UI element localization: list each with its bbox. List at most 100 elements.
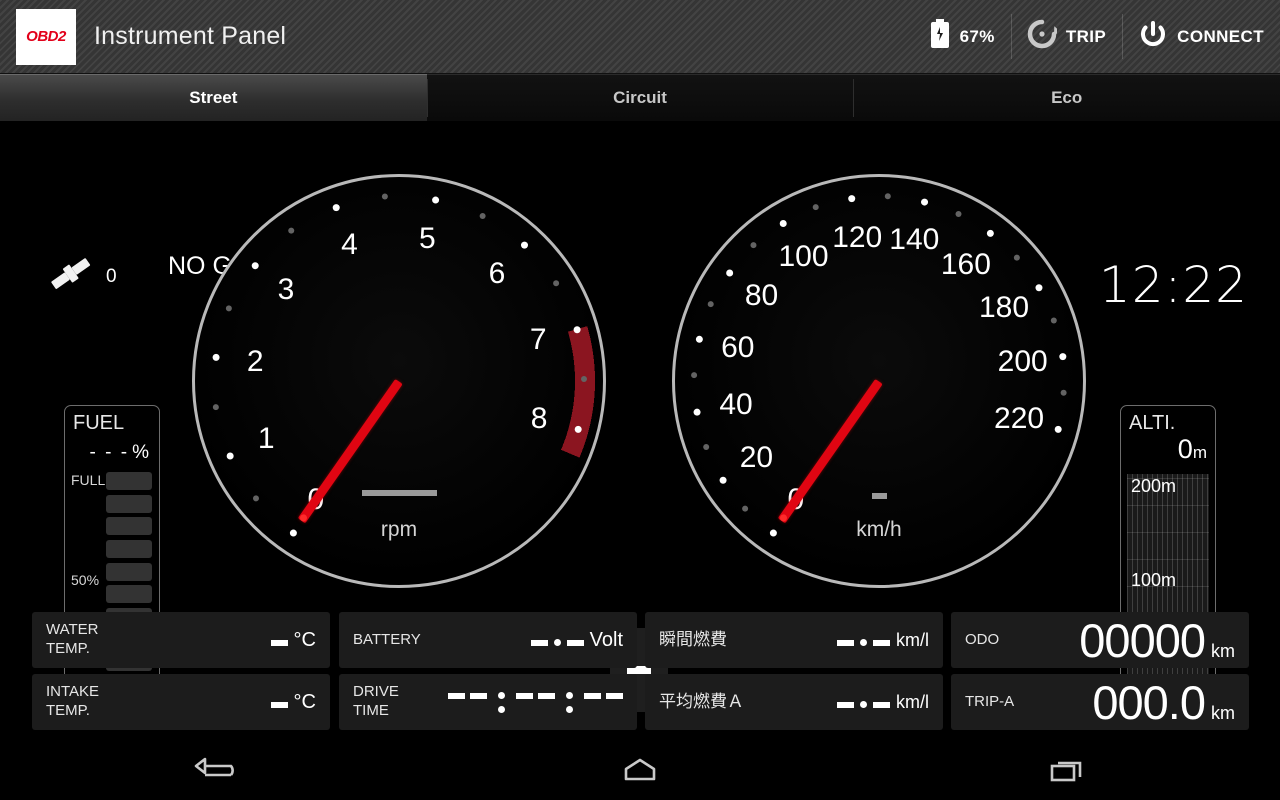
readout-value: 000.0 km: [1092, 675, 1235, 730]
readout-dash: [837, 639, 854, 646]
satellite-icon: [46, 254, 96, 299]
speedometer-digital-readout: [672, 486, 1086, 504]
obd2-logo-text: OBD2: [26, 28, 66, 45]
readout-dash: [270, 701, 288, 708]
readout-instant-fuel-economy[interactable]: 瞬間燃費 km/l: [645, 612, 943, 668]
readout-dash: [606, 692, 623, 699]
fuel-unit: %: [132, 442, 151, 463]
gauge-label: 3: [277, 273, 295, 307]
altitude-scale-100: 100m: [1131, 570, 1177, 590]
altitude-scale-200: 200m: [1131, 476, 1177, 496]
readout-label: INTAKE TEMP.: [46, 683, 100, 719]
altitude-unit: m: [1192, 443, 1207, 462]
fuel-segment: [106, 585, 152, 604]
connect-button[interactable]: CONNECT: [1122, 0, 1280, 73]
readout-unit: km: [1211, 640, 1235, 661]
gauge-label: 8: [530, 401, 548, 435]
time-group: [584, 692, 623, 699]
tab-street[interactable]: Street: [0, 74, 427, 121]
readout-value: km/l: [837, 692, 929, 713]
readout-label: BATTERY: [353, 630, 421, 648]
readout-dash: [270, 639, 288, 646]
android-navigation-bar: [0, 740, 1280, 800]
speedometer-gauge[interactable]: 020406080100120140160180200220 km/h: [672, 174, 1086, 588]
home-button[interactable]: [580, 746, 700, 794]
time-colon: [493, 691, 510, 713]
gauge-label: 7: [529, 323, 547, 357]
instrument-panel-app: OBD2 Instrument Panel 67% TRIP CONNECT S…: [0, 0, 1280, 800]
dashboard-area: 0 NO GPS 12:22 FUEL - - -% FULL 50% END …: [0, 122, 1280, 712]
fuel-scale-full: FULL: [71, 472, 106, 488]
fuel-value-text: - - -: [89, 442, 130, 463]
time-group: [448, 692, 487, 699]
home-icon: [624, 758, 656, 781]
battery-charging-icon: [929, 19, 951, 54]
readout-dash: [837, 701, 854, 708]
readout-dash: [376, 489, 392, 496]
gauge-label: 220: [994, 401, 1045, 435]
gauge-label: 6: [488, 257, 506, 291]
readout-label: DRIVE TIME: [353, 683, 399, 719]
readout-dash: [538, 692, 555, 699]
readout-label: WATER TEMP.: [46, 621, 99, 657]
power-icon: [1138, 19, 1168, 54]
battery-status[interactable]: 67%: [913, 0, 1011, 73]
readout-unit: km/l: [896, 629, 929, 650]
readout-label: TRIP-A: [965, 692, 1015, 710]
readout-water-temp[interactable]: WATER TEMP. °C: [32, 612, 330, 668]
readout-dot: [553, 638, 561, 646]
fuel-segment: [106, 494, 152, 513]
readout-dash: [871, 493, 887, 499]
tachometer-unit: rpm: [380, 518, 418, 541]
readout-dash: [873, 639, 890, 646]
readout-unit: °C: [293, 628, 316, 651]
readout-label: ODO: [965, 630, 1000, 648]
readout-value: 00000 km: [1079, 613, 1235, 668]
fuel-value: - - -%: [90, 442, 151, 464]
recents-icon: [1050, 761, 1081, 782]
readout-trip-a[interactable]: TRIP-A 000.0 km: [951, 674, 1249, 730]
fuel-segment: [106, 517, 152, 536]
gauge-label: 160: [940, 247, 991, 281]
readout-dash: [530, 639, 548, 646]
readout-intake-temp[interactable]: INTAKE TEMP. °C: [32, 674, 330, 730]
gauge-label: 20: [739, 441, 774, 475]
gauge-label: 1: [257, 422, 275, 456]
readout-dash: [406, 489, 422, 496]
gauge-label: 5: [418, 221, 436, 255]
readout-battery-volt[interactable]: BATTERY Volt: [339, 612, 637, 668]
readout-number: 00000: [1079, 613, 1206, 667]
gauge-label: 140: [889, 223, 940, 257]
gauge-label: 120: [832, 220, 883, 254]
readout-dash: [421, 489, 437, 496]
readout-dash: [391, 489, 407, 496]
tachometer-gauge[interactable]: 012345678 rpm: [192, 174, 606, 588]
back-button[interactable]: [153, 746, 273, 794]
tachometer-digital-readout: [192, 484, 606, 502]
recents-button[interactable]: [1007, 746, 1127, 794]
gauge-label: 180: [978, 290, 1030, 324]
gps-status: 0: [46, 254, 117, 299]
readout-dot: [860, 638, 867, 646]
time-colon: [561, 691, 578, 713]
gauge-label: 80: [744, 278, 779, 312]
page-title: Instrument Panel: [94, 22, 287, 50]
readout-unit: km/l: [896, 691, 929, 712]
fuel-segment: [106, 539, 152, 558]
trip-reset-button[interactable]: TRIP: [1010, 0, 1122, 73]
readout-dash: [361, 489, 377, 496]
readout-dash: [566, 639, 584, 646]
readout-value: Volt: [530, 629, 623, 652]
readout-value: °C: [270, 691, 316, 714]
tab-eco[interactable]: Eco: [853, 74, 1280, 121]
app-header: OBD2 Instrument Panel 67% TRIP CONNECT: [0, 0, 1280, 74]
readout-drive-time[interactable]: DRIVE TIME: [339, 674, 637, 730]
tab-circuit[interactable]: Circuit: [426, 74, 854, 121]
connect-label: CONNECT: [1177, 26, 1264, 46]
speedometer-unit: km/h: [856, 518, 902, 541]
gauge-label: 100: [778, 240, 829, 274]
clock: 12:22: [1098, 256, 1248, 314]
readout-odometer[interactable]: ODO 00000 km: [951, 612, 1249, 668]
readout-average-fuel-economy-a[interactable]: 平均燃費Ａ km/l: [645, 674, 943, 730]
readout-unit: km: [1211, 702, 1235, 723]
